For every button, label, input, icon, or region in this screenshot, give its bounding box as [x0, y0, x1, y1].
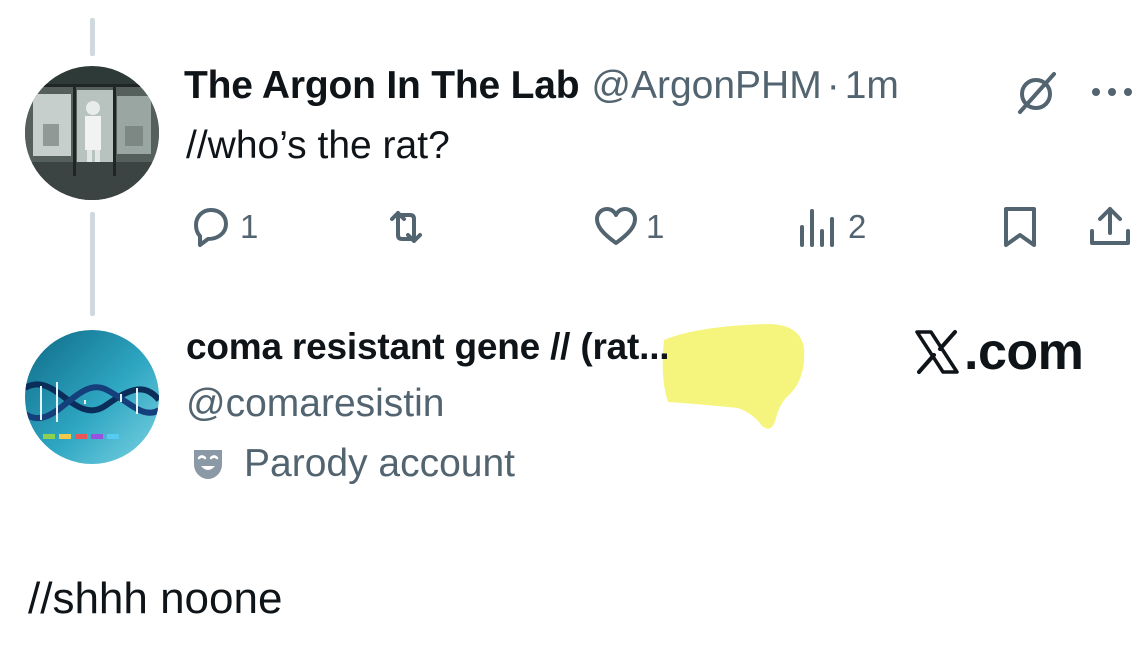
reply-text: //shhh noone	[28, 574, 283, 623]
x-watermark: .com	[912, 322, 1084, 382]
bookmark-icon	[1004, 207, 1036, 247]
parent-tweet-header: The Argon In The Lab @ArgonPHM · 1m	[184, 64, 899, 110]
views-icon	[800, 209, 834, 247]
heart-icon	[595, 207, 637, 245]
reply-display-name[interactable]: coma resistant gene // (rat...	[186, 326, 670, 368]
share-icon	[1090, 207, 1130, 245]
reply-handle[interactable]: @comaresistin	[186, 382, 445, 426]
thread-line-top	[90, 18, 95, 56]
retweet-icon	[390, 211, 422, 243]
highlighter-mark	[662, 324, 805, 429]
parent-avatar[interactable]	[25, 66, 159, 200]
header-separator: ·	[826, 64, 840, 107]
reply-icon	[194, 208, 228, 247]
like-button[interactable]: 1	[592, 202, 664, 252]
reply-count: 1	[240, 208, 259, 245]
parody-label: Parody account	[244, 442, 516, 485]
x-logo-icon	[915, 330, 959, 374]
theater-mask-icon	[194, 450, 222, 479]
parent-handle[interactable]: @ArgonPHM	[591, 64, 821, 108]
parody-badge: Parody account	[190, 442, 515, 486]
more-options-icon[interactable]	[1088, 82, 1140, 102]
grok-icon[interactable]	[1014, 70, 1060, 116]
parent-tweet-text: //who’s the rat?	[186, 124, 450, 167]
parent-display-name[interactable]: The Argon In The Lab	[184, 64, 580, 108]
dna-helix-avatar-icon	[25, 330, 159, 464]
reply-button[interactable]: 1	[186, 202, 258, 252]
lab-photo-avatar-icon	[25, 66, 159, 200]
watermark-text: .com	[964, 323, 1084, 381]
share-button[interactable]	[1086, 202, 1134, 252]
thread-line-connector	[90, 212, 95, 316]
views-button[interactable]: 2	[794, 202, 866, 252]
views-count: 2	[848, 208, 867, 245]
parent-timestamp[interactable]: 1m	[845, 64, 899, 108]
bookmark-button[interactable]	[996, 202, 1044, 252]
like-count: 1	[646, 208, 665, 245]
reply-avatar[interactable]	[25, 330, 159, 464]
retweet-button[interactable]	[382, 202, 436, 252]
